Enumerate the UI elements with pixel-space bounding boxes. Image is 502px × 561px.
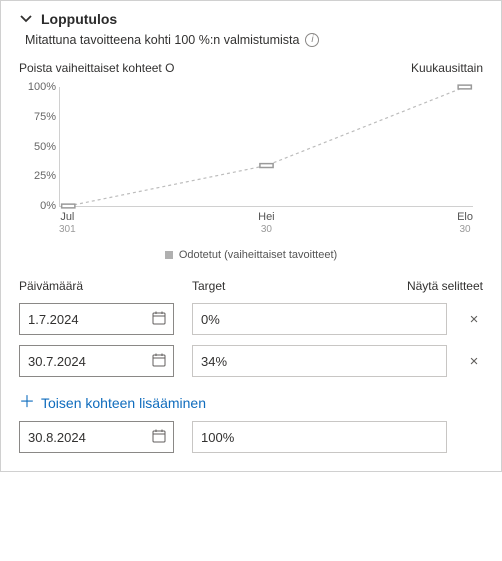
chart-toolbar: Poista vaiheittaiset kohteet O Kuukausit…	[19, 61, 483, 75]
remove-milestones-link[interactable]: Poista vaiheittaiset kohteet O	[19, 61, 174, 75]
date-input[interactable]: 30.7.2024	[19, 345, 174, 377]
chart-legend: Odotetut (vaiheittaiset tavoitteet)	[19, 249, 483, 261]
remove-row-button[interactable]: ×	[465, 311, 483, 328]
milestone-row: 30.7.2024 34% ×	[19, 345, 483, 377]
milestones-panel: Lopputulos Mitattuna tavoitteena kohti 1…	[0, 0, 502, 472]
calendar-icon[interactable]	[151, 310, 167, 329]
date-value: 1.7.2024	[28, 312, 79, 327]
xtick: Hei 30	[258, 211, 275, 235]
legend-label: Odotetut (vaiheittaiset tavoitteet)	[179, 249, 337, 261]
chart-x-axis: Jul 301 Hei 30 Elo 30	[59, 211, 473, 235]
milestone-row: 1.7.2024 0% ×	[19, 303, 483, 335]
xtick: Elo 30	[457, 211, 473, 235]
info-icon[interactable]: i	[305, 33, 319, 47]
chevron-down-icon	[19, 12, 33, 26]
calendar-icon[interactable]	[151, 352, 167, 371]
section-title: Lopputulos	[41, 11, 117, 27]
target-value: 34%	[201, 354, 227, 369]
milestone-chart: 100% 75% 50% 25% 0% Jul 301 Hei 30 Elo 3…	[19, 79, 483, 239]
final-milestone-row: 30.8.2024 100% ×	[19, 421, 483, 453]
interval-selector[interactable]: Kuukausittain	[411, 61, 483, 75]
date-value: 30.8.2024	[28, 430, 86, 445]
chart-plot-area: 100% 75% 50% 25% 0%	[59, 87, 473, 207]
ytick: 50%	[22, 141, 56, 153]
target-input[interactable]: 0%	[192, 303, 447, 335]
ytick: 100%	[22, 81, 56, 93]
ytick: 75%	[22, 111, 56, 123]
show-legends-link[interactable]: Näytä selitteet	[407, 279, 483, 293]
ytick: 0%	[22, 200, 56, 212]
xtick: Jul 301	[59, 211, 76, 235]
section-subtitle: Mitattuna tavoitteena kohti 100 %:n valm…	[25, 33, 299, 47]
column-headers: Päivämäärä Target Näytä selitteet	[19, 279, 483, 293]
target-input[interactable]: 100%	[192, 421, 447, 453]
col-header-date: Päivämäärä	[19, 279, 174, 293]
target-value: 100%	[201, 430, 234, 445]
target-value: 0%	[201, 312, 220, 327]
section-header[interactable]: Lopputulos	[19, 11, 483, 27]
col-header-target: Target	[192, 279, 225, 293]
ytick: 25%	[22, 170, 56, 182]
calendar-icon[interactable]	[151, 428, 167, 447]
target-input[interactable]: 34%	[192, 345, 447, 377]
add-milestone-button[interactable]: ＋ Toisen kohteen lisääminen	[19, 395, 483, 411]
chart-svg	[60, 87, 473, 206]
legend-swatch	[165, 251, 173, 259]
add-milestone-label: Toisen kohteen lisääminen	[41, 395, 206, 411]
date-input[interactable]: 1.7.2024	[19, 303, 174, 335]
date-value: 30.7.2024	[28, 354, 86, 369]
plus-icon: ＋	[19, 395, 35, 411]
date-input[interactable]: 30.8.2024	[19, 421, 174, 453]
remove-row-button[interactable]: ×	[465, 353, 483, 370]
section-subtitle-row: Mitattuna tavoitteena kohti 100 %:n valm…	[25, 33, 483, 47]
